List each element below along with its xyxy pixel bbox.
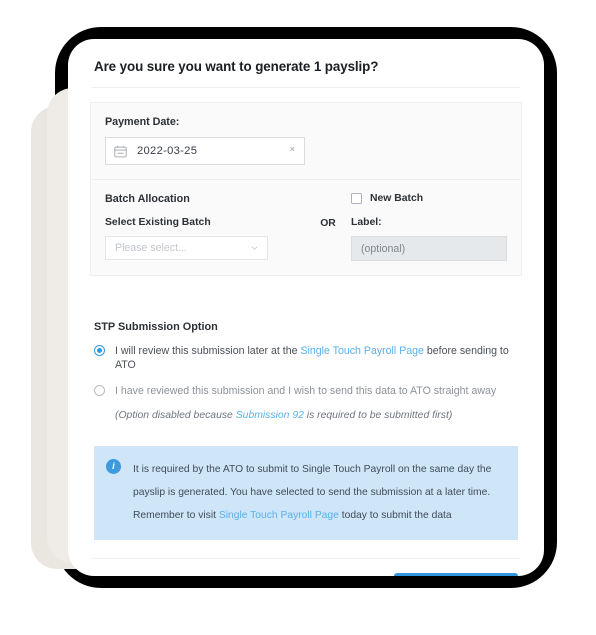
radio-send-now-label: I have reviewed this submission and I wi… <box>115 385 497 397</box>
calendar-icon <box>114 145 127 157</box>
info-line-3-after: today to submit the data <box>338 510 452 521</box>
info-banner-text: It is required by the ATO to submit to S… <box>133 458 491 527</box>
new-batch-checkbox-row[interactable]: New Batch <box>351 193 423 204</box>
existing-batch-column: Select Existing Batch Please select... <box>105 217 305 260</box>
note-text-before: (Option disabled because <box>115 410 236 421</box>
radio-send-now[interactable] <box>94 385 105 396</box>
clear-date-icon[interactable]: × <box>289 145 295 155</box>
title-divider <box>92 87 520 88</box>
option-disabled-note: (Option disabled because Submission 92 i… <box>115 410 522 421</box>
info-banner-stp-link[interactable]: Single Touch Payroll Page <box>219 510 339 521</box>
payment-date-label: Payment Date: <box>105 116 180 128</box>
or-separator: OR <box>320 218 336 229</box>
chevron-down-icon <box>251 246 258 250</box>
ato-info-banner: i It is required by the ATO to submit to… <box>94 446 518 540</box>
batch-allocation-title: Batch Allocation <box>105 193 190 205</box>
stp-option-send-now[interactable]: I have reviewed this submission and I wi… <box>94 384 522 398</box>
stp-option-review-later[interactable]: I will review this submission later at t… <box>94 344 522 372</box>
note-text-after: is required to be submitted first) <box>303 410 453 421</box>
radio-review-later-label: I will review this submission later at t… <box>115 344 520 372</box>
new-batch-label: New Batch <box>370 193 424 204</box>
generate-payslip-dialog: Are you sure you want to generate 1 pays… <box>68 39 544 576</box>
screenshot-stage: Are you sure you want to generate 1 pays… <box>0 0 596 635</box>
batch-allocation-panel: Batch Allocation New Batch Select Existi… <box>90 180 522 276</box>
payment-date-input[interactable]: 2022-03-25 × <box>105 137 305 165</box>
existing-batch-placeholder: Please select... <box>115 242 187 254</box>
submission-link[interactable]: Submission 92 <box>236 410 304 421</box>
batch-label-input[interactable]: (optional) <box>351 236 507 261</box>
dialog-footer: Cancel Generate 1 Payslip <box>90 559 522 576</box>
generate-payslip-button[interactable]: Generate 1 Payslip <box>394 573 518 576</box>
new-batch-checkbox[interactable] <box>351 193 362 204</box>
single-touch-payroll-link[interactable]: Single Touch Payroll Page <box>300 345 423 357</box>
radio-review-later[interactable] <box>94 345 105 356</box>
dialog-title: Are you sure you want to generate 1 pays… <box>94 59 379 74</box>
info-line-2: payslip is generated. You have selected … <box>133 487 491 498</box>
existing-batch-select[interactable]: Please select... <box>105 236 268 260</box>
batch-label-column: Label: (optional) <box>351 217 507 261</box>
info-line-1: It is required by the ATO to submit to S… <box>133 464 492 475</box>
info-line-3-before: Remember to visit <box>133 510 219 521</box>
batch-label-placeholder: (optional) <box>361 242 406 255</box>
option1-text-before: I will review this submission later at t… <box>115 345 301 357</box>
stp-section-title: STP Submission Option <box>94 321 218 333</box>
stp-submission-section: STP Submission Option I will review this… <box>90 321 522 421</box>
payment-date-panel: Payment Date: 2022-03-25 × <box>90 102 522 180</box>
select-existing-batch-label: Select Existing Batch <box>105 217 211 228</box>
batch-fields-row: Select Existing Batch Please select... O… <box>105 217 507 261</box>
batch-header-row: Batch Allocation New Batch <box>105 193 507 205</box>
batch-label-caption: Label: <box>351 217 382 228</box>
info-icon: i <box>106 459 121 474</box>
payment-date-value: 2022-03-25 <box>137 145 198 157</box>
